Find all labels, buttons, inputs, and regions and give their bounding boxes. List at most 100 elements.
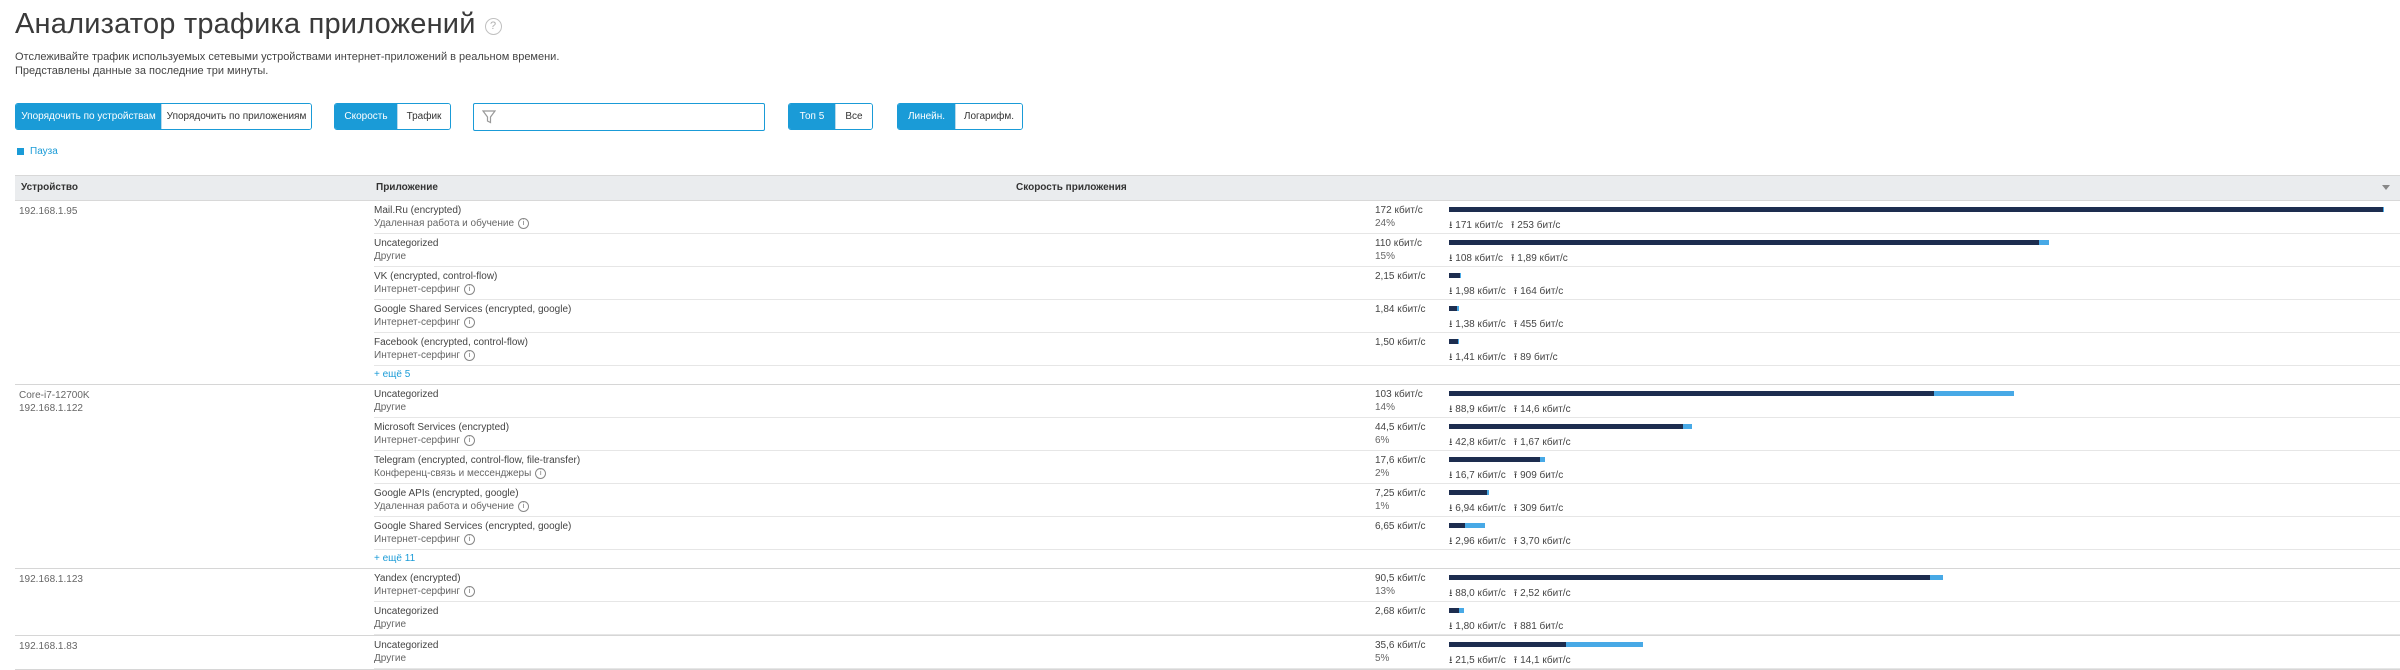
table-row[interactable]: Yandex (encrypted) Интернет-серфинг i 90,5 … (374, 569, 2400, 602)
download-bar (1449, 391, 1935, 396)
app-speed: 17,6 кбит/с (1375, 455, 1426, 466)
device-cell: 192.168.1.95 (19, 205, 77, 218)
table-row[interactable]: Google Shared Services (encrypted, googl… (374, 517, 2400, 550)
info-icon[interactable]: i (535, 468, 547, 479)
upload-speed: ⭱ 3,70 кбит/с (1513, 536, 1571, 547)
device-cell: Core-i7-12700K 192.168.1.122 (19, 389, 90, 415)
log-scale-button[interactable]: Логарифм. (955, 104, 1022, 129)
table-row[interactable]: Mail.Ru (encrypted) Удаленная работа и об… (374, 201, 2400, 234)
info-icon[interactable]: i (464, 586, 476, 597)
table-row[interactable]: Uncategorized Другие 2,68 кбит/с ⭳ 1,80 кби… (374, 602, 2400, 635)
upload-speed: ⭱ 89 бит/с (1513, 352, 1558, 363)
header-speed[interactable]: Скорость приложения (1016, 182, 1127, 193)
download-bar (1449, 490, 1487, 495)
sort-by-app-button[interactable]: Упорядочить по приложениям (161, 104, 311, 129)
upload-bar (1540, 457, 1546, 462)
app-category: Удаленная работа и обучение i (374, 218, 530, 229)
upload-bar (1566, 642, 1644, 647)
info-icon[interactable]: i (464, 317, 476, 328)
info-icon[interactable]: i (518, 501, 530, 512)
download-speed: ⭳ 88,0 кбит/с (1449, 588, 1506, 599)
app-name: Google Shared Services (encrypted, googl… (374, 304, 572, 315)
sort-desc-icon[interactable] (2382, 185, 2390, 190)
table-row[interactable]: Microsoft Services (encrypted) Интернет-с… (374, 418, 2400, 451)
speed-bar (1449, 424, 1692, 429)
app-category: Другие (374, 653, 406, 664)
table-row[interactable]: VK (encrypted, control-flow) Интернет-сер… (374, 267, 2400, 300)
device-name: 192.168.1.122 (19, 403, 83, 414)
table-row[interactable]: Google APIs (encrypted, google) Удаленная… (374, 484, 2400, 517)
sort-mode-toggle: Упорядочить по устройствам Упорядочить п… (15, 103, 312, 130)
app-name: Google Shared Services (encrypted, googl… (374, 521, 572, 532)
linear-scale-button[interactable]: Линейн. (898, 104, 955, 129)
download-bar (1449, 306, 1457, 311)
app-category: Интернет-серфинг i (374, 317, 476, 328)
device-group: Core-i7-12700K 192.168.1.122 Uncategorized… (15, 385, 2400, 569)
app-category: Другие (374, 619, 406, 630)
traffic-button[interactable]: Трафик (397, 104, 450, 129)
speed-breakdown: ⭳ 1,98 кбит/с ⭱ 164 бит/с (1449, 284, 1563, 301)
speed-breakdown: ⭳ 88,0 кбит/с ⭱ 2,52 кбит/с (1449, 586, 1571, 603)
help-icon[interactable]: ? (484, 18, 502, 35)
title-row: Анализатор трафика приложений ? (15, 8, 502, 41)
header-device[interactable]: Устройство (21, 182, 78, 193)
app-category-label: Интернет-серфинг (374, 350, 461, 361)
download-speed: ⭳ 16,7 кбит/с (1449, 470, 1506, 481)
table-row[interactable]: Uncategorized Другие 110 кбит/с 15% ⭳ 108 кб… (374, 234, 2400, 267)
download-bar (1449, 339, 1459, 344)
app-speed: 6,65 кбит/с (1375, 521, 1426, 532)
device-name: Core-i7-12700K (19, 390, 90, 401)
show-more-link[interactable]: + ещё 11 (374, 550, 2400, 568)
table-row[interactable]: Uncategorized Другие 103 кбит/с 14% ⭳ 88,9 к… (374, 385, 2400, 418)
download-speed: ⭳ 1,41 кбит/с (1449, 352, 1506, 363)
speed-bar (1449, 490, 1489, 495)
app-speed: 103 кбит/с (1375, 389, 1423, 400)
traffic-table: Устройство Приложение Скорость приложени… (15, 175, 2400, 670)
speed-button[interactable]: Скорость (335, 104, 397, 129)
all-button[interactable]: Все (835, 104, 872, 129)
download-speed: ⭳ 1,80 кбит/с (1449, 621, 1506, 632)
speed-breakdown: ⭳ 171 кбит/с ⭱ 253 бит/с (1449, 218, 1560, 235)
app-share: 13% (1375, 586, 1396, 597)
header-app[interactable]: Приложение (376, 182, 438, 193)
info-icon[interactable]: i (518, 218, 530, 229)
info-icon[interactable]: i (464, 435, 476, 446)
funnel-icon (482, 110, 496, 124)
upload-speed: ⭱ 14,6 кбит/с (1513, 404, 1571, 415)
app-speed: 35,6 кбит/с (1375, 640, 1426, 651)
table-row[interactable]: Facebook (encrypted, control-flow) Интерн… (374, 333, 2400, 366)
app-speed: 90,5 кбит/с (1375, 573, 1426, 584)
speed-breakdown: ⭳ 16,7 кбит/с ⭱ 909 бит/с (1449, 468, 1563, 485)
upload-speed: ⭱ 909 бит/с (1513, 470, 1564, 481)
app-share: 14% (1375, 402, 1396, 413)
download-speed: ⭳ 21,5 кбит/с (1449, 655, 1506, 666)
upload-speed: ⭱ 1,67 кбит/с (1513, 437, 1571, 448)
app-category: Интернет-серфинг i (374, 284, 476, 295)
app-name: Uncategorized (374, 640, 439, 651)
table-row[interactable]: Uncategorized Другие 35,6 кбит/с 5% ⭳ 21,5 к… (374, 636, 2400, 669)
filter-input[interactable] (500, 106, 764, 130)
device-name: 192.168.1.123 (19, 574, 83, 585)
table-row[interactable]: Google Shared Services (encrypted, googl… (374, 300, 2400, 333)
pause-button[interactable]: Пауза (17, 146, 58, 157)
sort-by-device-button[interactable]: Упорядочить по устройствам (16, 104, 161, 129)
top5-button[interactable]: Топ 5 (789, 104, 835, 129)
show-more-link[interactable]: + ещё 5 (374, 366, 2400, 384)
upload-bar (2038, 240, 2049, 245)
speed-breakdown: ⭳ 108 кбит/с ⭱ 1,89 кбит/с (1449, 251, 1568, 268)
filter-box (473, 103, 765, 131)
info-icon[interactable]: i (464, 534, 476, 545)
table-row[interactable]: Telegram (encrypted, control-flow, file-… (374, 451, 2400, 484)
info-icon[interactable]: i (464, 350, 476, 361)
app-category-label: Другие (374, 653, 407, 664)
metric-toggle: Скорость Трафик (334, 103, 451, 130)
device-group: 192.168.1.95 Mail.Ru (encrypted) Удаленная… (15, 201, 2400, 385)
app-share: 6% (1375, 435, 1390, 446)
device-name: 192.168.1.83 (19, 641, 78, 652)
app-category: Другие (374, 402, 406, 413)
app-share: 2% (1375, 468, 1390, 479)
info-icon[interactable]: i (464, 284, 476, 295)
upload-bar (2382, 207, 2384, 212)
page-description: Отслеживайте трафик используемых сетевым… (15, 51, 560, 77)
app-category: Интернет-серфинг i (374, 534, 476, 545)
